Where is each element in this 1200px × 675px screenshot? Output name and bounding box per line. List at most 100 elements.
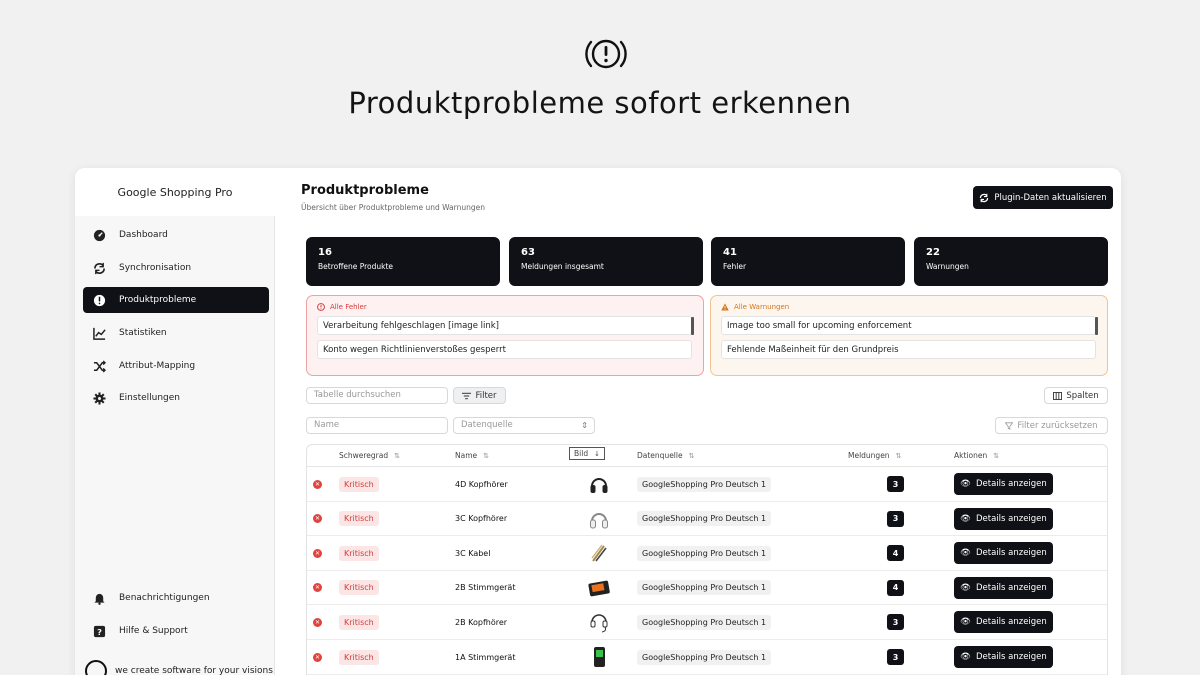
sort-icon: ⇅: [483, 451, 490, 460]
columns-button[interactable]: Spalten: [1044, 387, 1108, 404]
details-button[interactable]: 👁 Details anzeigen: [954, 611, 1053, 634]
severity-badge: Kritisch: [339, 614, 379, 630]
table-row[interactable]: ✕ Kritisch 3C Kabel GoogleShopping Pro D…: [307, 536, 1107, 571]
datasource-badge: GoogleShopping Pro Deutsch 1: [637, 649, 772, 665]
datasource-filter-select[interactable]: Datenquelle ⇕: [453, 417, 595, 434]
sidebar-item-produktprobleme[interactable]: Produktprobleme: [83, 287, 269, 313]
error-dot-icon: ✕: [313, 583, 322, 593]
sidebar-item-label: Synchronisation: [119, 263, 192, 273]
eye-icon: 👁: [960, 548, 971, 559]
funnel-icon: [1005, 421, 1014, 430]
headphones-wired-icon: [587, 609, 611, 635]
gauge-icon: [91, 227, 107, 243]
sort-icon: ⇅: [895, 451, 902, 460]
page-subtitle: Übersicht über Produktprobleme und Warnu…: [301, 203, 485, 212]
details-button[interactable]: 👁 Details anzeigen: [954, 576, 1053, 599]
details-button[interactable]: 👁 Details anzeigen: [954, 542, 1053, 565]
report-count-badge: 3: [887, 649, 904, 665]
error-dot-icon: ✕: [313, 617, 322, 627]
chart-line-icon: [91, 325, 107, 341]
app-window: Google Shopping Pro Dashboard Synchronis…: [75, 168, 1121, 675]
sort-icon: ⇅: [993, 451, 1000, 460]
eye-icon: 👁: [960, 513, 971, 524]
sidebar-item-statistiken[interactable]: Statistiken: [83, 320, 269, 346]
details-button[interactable]: 👁 Details anzeigen: [954, 646, 1053, 668]
column-header-datasource[interactable]: Datenquelle ⇅: [637, 451, 694, 460]
report-count-badge: 3: [887, 614, 904, 631]
eye-icon: 👁: [960, 652, 971, 662]
error-item[interactable]: Verarbeitung fehlgeschlagen [image link]: [317, 316, 694, 335]
table-search-input[interactable]: Tabelle durchsuchen: [306, 387, 448, 404]
severity-badge: Kritisch: [339, 580, 379, 596]
sidebar-item-hilfe-support[interactable]: ? Hilfe & Support: [83, 618, 269, 644]
errors-heading: Alle Fehler: [317, 303, 693, 311]
hero-title: Produktprobleme sofort erkennen: [348, 86, 852, 120]
tuner-orange-icon: [587, 575, 611, 601]
warning-item[interactable]: Fehlende Maßeinheit für den Grundpreis: [721, 340, 1096, 359]
warning-triangle-icon: [721, 303, 729, 311]
stat-label: Meldungen insgesamt: [521, 262, 604, 271]
refresh-icon: [980, 193, 989, 202]
stat-card-errors: 41 Fehler: [711, 237, 905, 286]
issues-table: Schweregrad ⇅ Name ⇅ Bild ↓ Datenquelle ⇅ Me…: [306, 444, 1108, 675]
error-item[interactable]: Konto wegen Richtlinienverstoßes gesperr…: [317, 340, 692, 359]
stat-value: 41: [723, 247, 737, 258]
stat-card-total-reports: 63 Meldungen insgesamt: [509, 237, 703, 286]
alert-icon: [91, 292, 107, 308]
chevron-updown-icon: ⇕: [581, 421, 588, 430]
scrollbar[interactable]: [691, 317, 694, 335]
datasource-badge: GoogleShopping Pro Deutsch 1: [637, 580, 772, 596]
scrollbar[interactable]: [1095, 317, 1098, 335]
error-dot-icon: ✕: [313, 479, 322, 489]
sort-icon: ⇅: [394, 451, 400, 460]
sidebar-item-einstellungen[interactable]: Einstellungen: [83, 385, 269, 411]
datasource-badge: GoogleShopping Pro Deutsch 1: [637, 614, 772, 630]
stat-value: 16: [318, 247, 332, 258]
warning-item[interactable]: Image too small for upcoming enforcement: [721, 316, 1098, 335]
product-name: 2B Stimmgerät: [455, 583, 516, 593]
column-header-name[interactable]: Name ⇅: [455, 451, 489, 460]
refresh-plugin-data-button[interactable]: Plugin-Daten aktualisieren: [973, 186, 1113, 209]
filter-lines-icon: [462, 392, 472, 399]
report-count-badge: 3: [887, 476, 904, 492]
table-row[interactable]: ✕ Kritisch 4D Kopfhörer GoogleShopping P…: [307, 467, 1107, 502]
footer-tagline: we create software for your visions: [115, 666, 273, 675]
table-row[interactable]: ✕ Kritisch 1A Stimmgerät GoogleShopping …: [307, 640, 1107, 675]
sidebar-footer: we create software for your visions: [85, 660, 273, 675]
sidebar-item-dashboard[interactable]: Dashboard: [83, 222, 269, 248]
datasource-badge: GoogleShopping Pro Deutsch 1: [637, 476, 772, 492]
severity-badge: Kritisch: [339, 545, 379, 561]
reset-filter-button[interactable]: Filter zurücksetzen: [995, 417, 1108, 434]
datasource-badge: GoogleShopping Pro Deutsch 1: [637, 545, 772, 561]
column-header-actions[interactable]: Aktionen ⇅: [954, 451, 999, 460]
product-name: 2B Kopfhörer: [455, 617, 508, 627]
sidebar-item-benachrichtigungen[interactable]: Benachrichtigungen: [83, 585, 269, 611]
table-row[interactable]: ✕ Kritisch 2B Kopfhörer GoogleShopping P…: [307, 605, 1107, 640]
sidebar-brand: Google Shopping Pro: [75, 168, 275, 216]
column-header-reports[interactable]: Meldungen ⇅: [848, 451, 901, 460]
refresh-label: Plugin-Daten aktualisieren: [994, 192, 1107, 203]
table-row[interactable]: ✕ Kritisch 2B Stimmgerät GoogleShopping …: [307, 571, 1107, 606]
column-header-severity[interactable]: Schweregrad ⇅: [339, 451, 400, 460]
sidebar-item-label: Statistiken: [119, 328, 167, 338]
errors-panel: Alle Fehler Verarbeitung fehlgeschlagen …: [306, 295, 704, 376]
report-count-badge: 4: [887, 545, 904, 562]
headphones-black-icon: [587, 471, 611, 497]
stat-label: Fehler: [723, 262, 747, 271]
filter-button[interactable]: Filter: [453, 387, 506, 404]
warnings-heading: Alle Warnungen: [721, 303, 1097, 311]
sidebar-item-synchronisation[interactable]: Synchronisation: [83, 255, 269, 281]
sidebar-item-label: Dashboard: [119, 230, 168, 240]
product-name: 4D Kopfhörer: [455, 479, 508, 489]
help-icon: ?: [91, 623, 107, 639]
severity-badge: Kritisch: [339, 649, 379, 665]
column-header-image[interactable]: Bild ↓: [569, 447, 605, 460]
severity-badge: Kritisch: [339, 476, 379, 492]
product-name: 3C Kabel: [455, 548, 491, 558]
name-filter-input[interactable]: Name: [306, 417, 448, 434]
table-row[interactable]: ✕ Kritisch 3C Kopfhörer GoogleShopping P…: [307, 502, 1107, 537]
sidebar-item-attribut-mapping[interactable]: Attribut-Mapping: [83, 353, 269, 379]
details-button[interactable]: 👁 Details anzeigen: [954, 473, 1053, 495]
details-button[interactable]: 👁 Details anzeigen: [954, 507, 1053, 530]
shuffle-icon: [91, 358, 107, 374]
